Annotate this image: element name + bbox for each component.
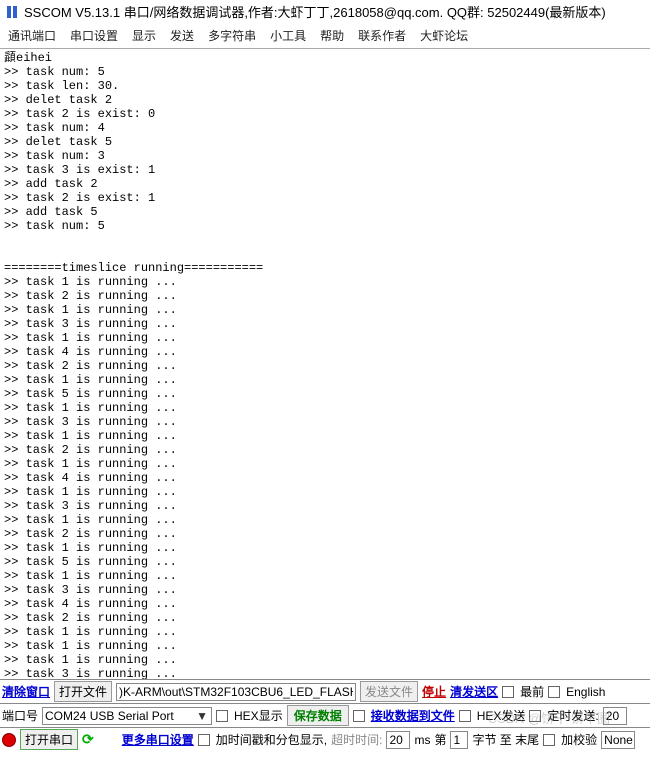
timestamp-label: 加时间戳和分包显示, (216, 731, 327, 748)
topmost-checkbox[interactable] (502, 686, 514, 698)
nth-label: 第 (434, 731, 446, 748)
hex-display-checkbox[interactable] (216, 710, 228, 722)
more-settings-button[interactable]: 更多串口设置 (122, 731, 194, 748)
title-bar: SSCOM V5.13.1 串口/网络数据调试器,作者:大虾丁丁,2618058… (0, 0, 650, 23)
english-label: English (566, 685, 605, 699)
clear-window-button[interactable]: 清除窗口 (2, 683, 50, 700)
timeout-input[interactable] (386, 731, 410, 749)
timed-send-input[interactable] (603, 707, 627, 725)
port-dropdown[interactable]: COM24 USB Serial Port ▼ (42, 707, 212, 725)
recv-file-checkbox[interactable] (353, 710, 365, 722)
window-title: SSCOM V5.13.1 串口/网络数据调试器,作者:大虾丁丁,2618058… (24, 2, 606, 21)
menu-display[interactable]: 显示 (132, 27, 156, 44)
open-file-button[interactable]: 打开文件 (54, 681, 112, 702)
menu-tools[interactable]: 小工具 (270, 27, 306, 44)
menu-forum[interactable]: 大虾论坛 (420, 27, 468, 44)
file-path-input[interactable] (116, 683, 356, 701)
menu-serial-settings[interactable]: 串口设置 (70, 27, 118, 44)
hex-send-checkbox[interactable] (459, 710, 471, 722)
port-value: COM24 USB Serial Port (45, 709, 195, 723)
timed-send-checkbox[interactable] (529, 710, 541, 722)
toolbar-row-3: 打开串口 ⟳ 更多串口设置 加时间戳和分包显示, 超时时间: ms 第 字节 至… (0, 727, 650, 751)
ms-label: ms (414, 733, 430, 747)
chevron-down-icon: ▼ (195, 709, 209, 723)
toolbar-row-1: 清除窗口 打开文件 发送文件 停止 清发送区 最前 English (0, 679, 650, 703)
open-serial-button[interactable]: 打开串口 (20, 729, 78, 750)
checksum-dropdown[interactable]: None (601, 731, 635, 749)
clear-send-button[interactable]: 清发送区 (450, 683, 498, 700)
timestamp-checkbox[interactable] (198, 734, 210, 746)
english-checkbox[interactable] (548, 686, 560, 698)
menu-contact[interactable]: 联系作者 (358, 27, 406, 44)
topmost-label: 最前 (520, 683, 544, 700)
terminal-output: 頿eihei >> task num: 5 >> task len: 30. >… (0, 49, 650, 679)
checksum-label: 加校验 (561, 731, 597, 748)
record-icon[interactable] (2, 733, 16, 747)
timeout-label: 超时时间: (331, 731, 382, 748)
checksum-checkbox[interactable] (543, 734, 555, 746)
refresh-icon[interactable]: ⟳ (82, 731, 94, 748)
menu-help[interactable]: 帮助 (320, 27, 344, 44)
menu-multi-string[interactable]: 多字符串 (208, 27, 256, 44)
app-icon (4, 4, 20, 20)
stop-button[interactable]: 停止 (422, 683, 446, 700)
nth-input[interactable] (450, 731, 468, 749)
port-label: 端口号 (2, 707, 38, 724)
save-data-button[interactable]: 保存数据 (287, 705, 349, 726)
toolbar-row-2: 端口号 COM24 USB Serial Port ▼ HEX显示 保存数据 接… (0, 703, 650, 727)
menu-send[interactable]: 发送 (170, 27, 194, 44)
recv-to-file-link[interactable]: 接收数据到文件 (371, 707, 455, 724)
send-file-button[interactable]: 发送文件 (360, 681, 418, 702)
checksum-value: None (604, 733, 633, 747)
menu-comm-port[interactable]: 通讯端口 (8, 27, 56, 44)
bytes-end-label: 字节 至 末尾 (472, 731, 539, 748)
hex-send-label: HEX发送 (477, 707, 526, 724)
timed-send-label: 定时发送: (547, 707, 598, 724)
menu-bar: 通讯端口 串口设置 显示 发送 多字符串 小工具 帮助 联系作者 大虾论坛 (0, 23, 650, 49)
hex-display-label: HEX显示 (234, 707, 283, 724)
